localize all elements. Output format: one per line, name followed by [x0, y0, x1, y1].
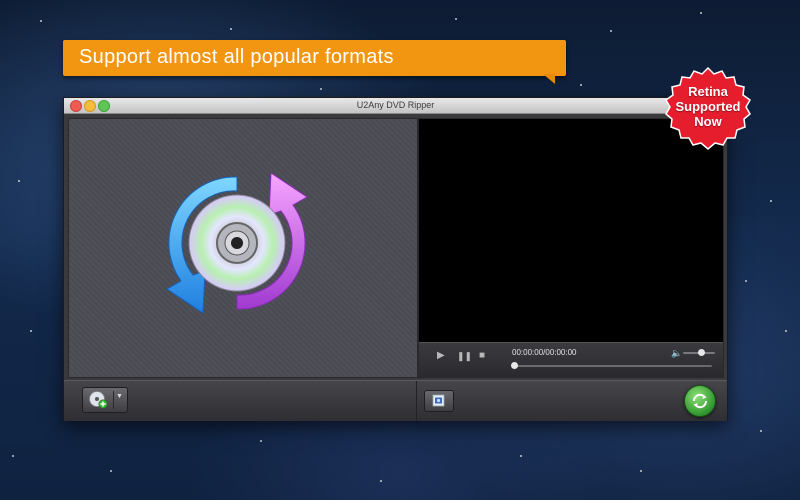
video-preview[interactable]: ▶ ❚❚ ■ 00:00:00/00:00:00 🔈 [418, 118, 724, 378]
dvd-add-icon [89, 391, 108, 409]
badge-line-2: Supported [675, 99, 741, 114]
seek-handle[interactable] [511, 362, 518, 369]
convert-icon [692, 393, 708, 409]
source-drop-area[interactable] [68, 118, 418, 378]
seek-slider[interactable] [512, 365, 712, 367]
promo-banner-text: Support almost all popular formats [79, 46, 394, 68]
timecode: 00:00:00/00:00:00 [512, 348, 577, 357]
toolbar-divider [416, 381, 417, 421]
badge-line-3: Now [694, 114, 722, 129]
load-dvd-button[interactable]: ▼ [82, 387, 128, 413]
snapshot-icon [432, 394, 445, 407]
promo-banner: Support almost all popular formats [63, 40, 566, 76]
badge-line-1: Retina [688, 84, 728, 99]
pause-icon[interactable]: ❚❚ [457, 351, 472, 362]
window-title: U2Any DVD Ripper [356, 100, 435, 110]
playback-controls: ▶ ❚❚ ■ 00:00:00/00:00:00 🔈 [419, 342, 723, 377]
stop-icon[interactable]: ■ [479, 350, 485, 361]
promo-banner-tail [543, 74, 555, 84]
speaker-icon[interactable]: 🔈 [671, 348, 682, 359]
title-bar[interactable]: U2Any DVD Ripper [64, 98, 727, 114]
convert-button[interactable] [684, 385, 716, 417]
volume-handle[interactable] [697, 349, 705, 356]
load-button-separator [113, 391, 114, 409]
dvd-ripper-logo [166, 172, 308, 314]
bottom-toolbar: ▼ [64, 380, 727, 421]
app-window: U2Any DVD Ripper ▶ ❚❚ ■ 00:00:00/00:00:0… [63, 97, 728, 421]
retina-badge-text: Retina Supported Now [664, 84, 752, 129]
chevron-down-icon[interactable]: ▼ [116, 393, 123, 400]
play-icon[interactable]: ▶ [437, 350, 445, 361]
snapshot-button[interactable] [424, 390, 454, 412]
